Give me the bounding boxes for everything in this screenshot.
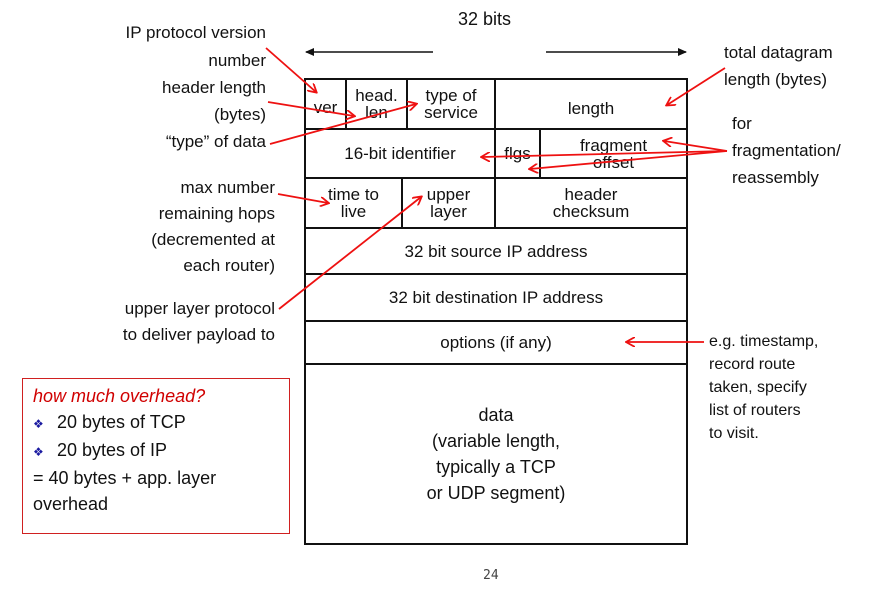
- annotation-tos: “type” of data: [165, 132, 266, 151]
- overhead-item-ip-label: 20 bytes of IP: [57, 440, 168, 460]
- field-flags: flgs: [494, 128, 541, 179]
- diamond-bullet-icon: ❖: [33, 445, 44, 459]
- field-version: ver: [304, 78, 347, 130]
- field-upper-layer-label-2: layer: [430, 202, 467, 221]
- field-header-checksum: header checksum: [494, 177, 688, 229]
- diamond-bullet-icon: ❖: [33, 417, 44, 431]
- field-destination-ip: 32 bit destination IP address: [304, 273, 688, 322]
- annotation-options-3: taken, specify: [709, 379, 807, 396]
- annotation-frag-1: for: [732, 114, 752, 133]
- field-ttl-label-2: live: [340, 202, 367, 221]
- field-version-label: ver: [313, 97, 338, 117]
- overhead-callout-box: how much overhead? ❖ 20 bytes of TCP ❖ 20 …: [22, 378, 290, 534]
- annotation-length-1: total datagram: [724, 43, 833, 62]
- overhead-total-2: overhead: [33, 494, 109, 514]
- annotation-options-5: to visit.: [709, 425, 759, 442]
- field-source-ip-label: 32 bit source IP address: [404, 241, 588, 261]
- overhead-item-tcp: ❖ 20 bytes of TCP: [33, 409, 289, 437]
- field-flags-label: flgs: [504, 144, 531, 163]
- field-data: data (variable length, typically a TCP o…: [304, 363, 688, 545]
- annotation-frag-2: fragmentation/: [732, 141, 841, 160]
- field-upper-layer-label-1: upper: [426, 185, 471, 204]
- annotation-length-2: length (bytes): [724, 70, 827, 89]
- annotation-proto-1: upper layer protocol: [124, 299, 275, 318]
- field-fragment-offset-label-2: offset: [592, 152, 635, 172]
- overhead-item-tcp-label: 20 bytes of TCP: [57, 412, 186, 432]
- width-label: 32 bits: [458, 9, 512, 29]
- field-ttl-label-1: time to: [327, 185, 380, 204]
- field-data-label-4: or UDP segment): [426, 483, 566, 503]
- field-header-length: head. len: [345, 78, 408, 130]
- field-time-to-live: time to live: [304, 177, 403, 229]
- annotation-ttl-1: max number: [180, 178, 275, 197]
- annotation-options-2: record route: [709, 356, 796, 373]
- annotation-proto-2: to deliver payload to: [122, 325, 275, 344]
- field-tos-label-1: type of: [425, 86, 477, 105]
- field-identifier-label: 16-bit identifier: [344, 144, 456, 163]
- page-number: 24: [483, 568, 499, 583]
- annotation-ttl-4: each router): [183, 256, 275, 275]
- annotation-options-4: list of routers: [709, 402, 801, 419]
- annotation-options-1: e.g. timestamp,: [709, 333, 819, 350]
- annotation-ttl-2: remaining hops: [158, 204, 275, 223]
- field-checksum-label-2: checksum: [552, 202, 630, 221]
- field-total-length: length: [494, 78, 688, 130]
- field-options-label: options (if any): [440, 333, 552, 352]
- field-checksum-label-1: header: [564, 185, 618, 204]
- field-header-length-label-1: head.: [355, 86, 398, 105]
- annotation-hlen-1: header length: [162, 78, 266, 97]
- field-data-label-3: typically a TCP: [436, 457, 556, 477]
- field-upper-layer: upper layer: [401, 177, 496, 229]
- field-data-label-2: (variable length,: [431, 431, 561, 451]
- overhead-item-ip: ❖ 20 bytes of IP: [33, 437, 289, 465]
- field-data-label-1: data: [478, 405, 514, 425]
- field-header-length-label-2: len: [365, 103, 388, 122]
- field-fragment-offset: fragment offset: [539, 128, 688, 179]
- field-identifier: 16-bit identifier: [304, 128, 496, 179]
- overhead-total-1: = 40 bytes + app. layer: [33, 468, 217, 488]
- field-source-ip: 32 bit source IP address: [304, 227, 688, 275]
- annotation-ttl-3: (decremented at: [151, 230, 275, 249]
- annotation-frag-3: reassembly: [732, 168, 819, 187]
- overhead-title: how much overhead?: [33, 386, 206, 406]
- field-destination-ip-label: 32 bit destination IP address: [388, 288, 604, 307]
- field-total-length-label: length: [567, 98, 615, 118]
- annotation-hlen-2: (bytes): [214, 105, 266, 124]
- field-options: options (if any): [304, 320, 688, 365]
- field-fragment-offset-label-1: fragment: [579, 135, 648, 155]
- field-type-of-service: type of service: [406, 78, 496, 130]
- annotation-version-2: number: [208, 51, 266, 70]
- field-tos-label-2: service: [424, 103, 478, 122]
- annotation-version-1: IP protocol version: [125, 23, 266, 42]
